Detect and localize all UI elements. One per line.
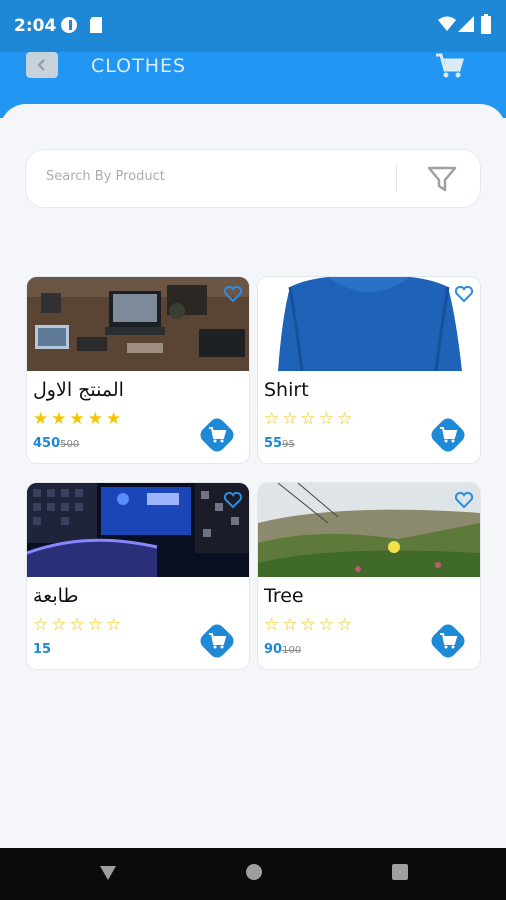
rating-stars: ★★★★★ — [33, 409, 125, 428]
product-image — [27, 483, 249, 577]
add-to-cart-button[interactable] — [197, 415, 237, 455]
recents-square-icon[interactable] — [390, 862, 410, 882]
product-name: Tree — [264, 585, 304, 607]
filter-icon[interactable] — [426, 164, 458, 194]
heart-icon[interactable] — [454, 491, 474, 509]
heart-icon[interactable] — [223, 285, 243, 303]
signal-icon — [458, 16, 474, 32]
rating-stars: ☆☆☆☆☆ — [264, 615, 356, 634]
product-card[interactable]: Shirt ☆☆☆☆☆ 5595 — [258, 277, 480, 463]
product-name: Shirt — [264, 379, 309, 401]
heart-icon[interactable] — [223, 491, 243, 509]
chevron-left-icon — [37, 59, 45, 71]
price-current: 90 — [264, 642, 283, 657]
product-price: 450500 — [33, 436, 79, 451]
home-circle-icon[interactable] — [244, 862, 264, 882]
product-price: 5595 — [264, 436, 295, 451]
product-card[interactable]: Tree ☆☆☆☆☆ 90100 — [258, 483, 480, 669]
product-image — [27, 277, 249, 371]
wifi-icon — [438, 16, 456, 31]
rating-stars: ☆☆☆☆☆ — [264, 409, 356, 428]
price-current: 55 — [264, 436, 283, 451]
product-name: طابعة — [33, 585, 79, 607]
status-bar: 2:04 — [0, 0, 506, 52]
status-time: 2:04 — [14, 16, 57, 36]
page-title: CLOTHES — [91, 55, 187, 77]
price-current: 15 — [33, 642, 52, 657]
search-divider — [396, 164, 397, 192]
cart-icon[interactable] — [434, 52, 464, 80]
price-old: 100 — [282, 645, 302, 656]
search-bar — [26, 150, 480, 207]
product-card[interactable]: طابعة ☆☆☆☆☆ 15 — [27, 483, 249, 669]
product-price: 15 — [33, 642, 51, 657]
heart-icon[interactable] — [454, 285, 474, 303]
content-panel — [0, 104, 506, 848]
product-name: المنتج الاول — [33, 379, 124, 401]
rating-stars: ☆☆☆☆☆ — [33, 615, 125, 634]
back-button[interactable] — [26, 52, 58, 78]
battery-icon — [481, 14, 491, 34]
add-to-cart-button[interactable] — [428, 621, 468, 661]
price-current: 450 — [33, 436, 61, 451]
sd-card-icon — [90, 17, 102, 33]
add-to-cart-button[interactable] — [428, 415, 468, 455]
back-triangle-icon[interactable] — [98, 862, 118, 882]
product-card[interactable]: المنتج الاول ★★★★★ 450500 — [27, 277, 249, 463]
add-to-cart-button[interactable] — [197, 621, 237, 661]
system-nav-bar — [0, 848, 506, 900]
product-price: 90100 — [264, 642, 301, 657]
app-notification-icon — [61, 17, 77, 33]
price-old: 500 — [60, 439, 80, 450]
product-image — [258, 483, 480, 577]
price-old: 95 — [282, 439, 295, 450]
product-image — [258, 277, 480, 371]
search-input[interactable] — [44, 168, 388, 185]
